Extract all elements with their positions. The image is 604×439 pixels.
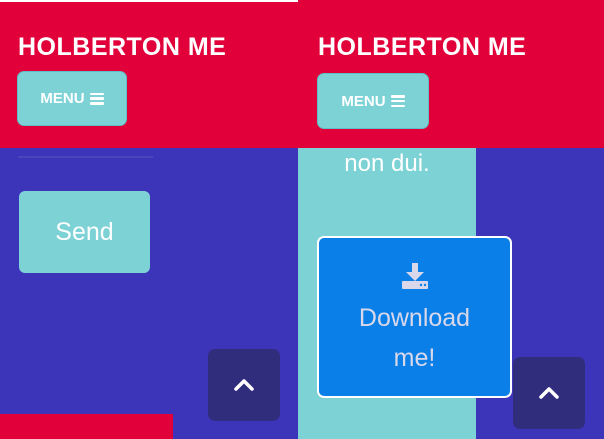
download-icon [401, 263, 428, 289]
hamburger-icon [390, 95, 405, 107]
column-text: non dui. [344, 150, 430, 177]
header-top-border [0, 0, 298, 2]
menu-button[interactable]: MENU [17, 71, 127, 126]
download-button-label: Download me! [358, 304, 471, 372]
site-logo-text[interactable]: HOLBERTON ME [18, 33, 226, 62]
send-button[interactable]: Send [19, 191, 150, 273]
hamburger-icon [89, 92, 104, 105]
scroll-to-top-button[interactable] [208, 349, 280, 421]
menu-button[interactable]: MENU [317, 73, 429, 129]
site-logo-text[interactable]: HOLBERTON ME [318, 33, 526, 62]
form-field-underline [18, 156, 153, 158]
chevron-up-icon [539, 387, 559, 399]
menu-button-label: MENU [40, 90, 85, 107]
site-header: HOLBERTON ME MENU [0, 0, 298, 148]
right-viewport: HOLBERTON ME MENU non dui. Download me! [298, 0, 604, 439]
scroll-to-top-button[interactable] [513, 357, 585, 429]
menu-button-label: MENU [341, 92, 386, 110]
site-header: HOLBERTON ME MENU [298, 0, 604, 148]
left-viewport: HOLBERTON ME MENU Send [0, 0, 298, 439]
footer-bar [0, 414, 173, 439]
download-button[interactable]: Download me! [317, 236, 512, 398]
chevron-up-icon [234, 379, 254, 391]
